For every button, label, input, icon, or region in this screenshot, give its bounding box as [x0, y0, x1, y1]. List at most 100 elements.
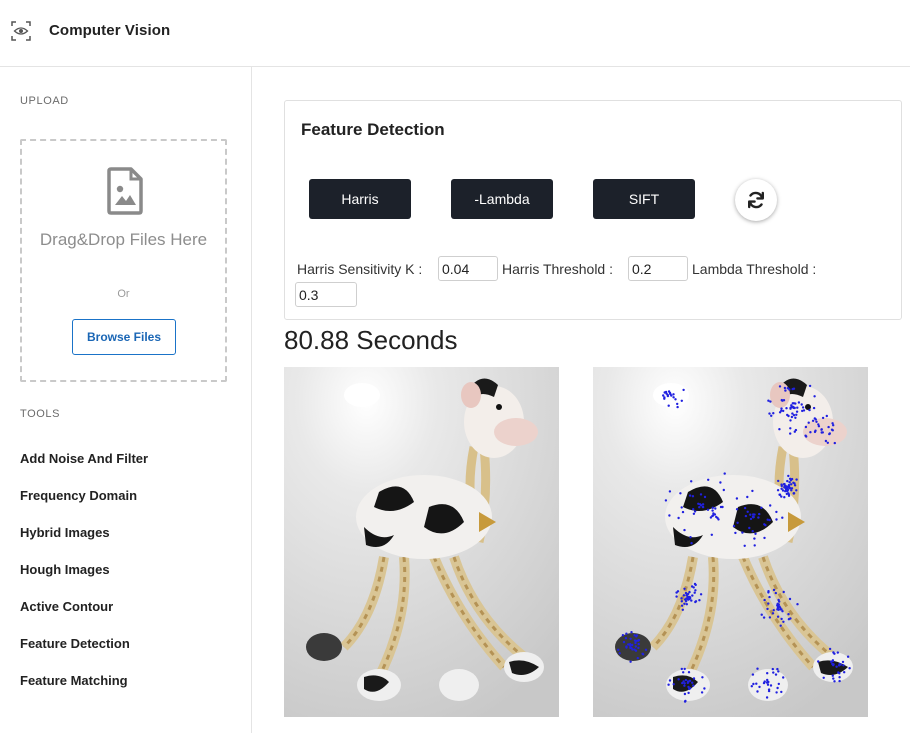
- browse-files-button[interactable]: Browse Files: [72, 319, 176, 355]
- keypoint-marker: [682, 680, 685, 683]
- keypoint-marker: [689, 536, 692, 539]
- keypoint-marker: [778, 428, 781, 431]
- keypoint-marker: [833, 680, 836, 683]
- keypoint-marker: [693, 591, 696, 594]
- keypoint-marker: [710, 533, 713, 536]
- keypoint-marker: [831, 422, 834, 425]
- keypoint-marker: [771, 667, 774, 671]
- upload-dropzone[interactable]: Drag&Drop Files Here Or Browse Files: [20, 139, 227, 382]
- keypoint-marker: [813, 417, 816, 420]
- keypoint-marker: [672, 683, 675, 686]
- keypoint-marker: [690, 599, 693, 602]
- keypoint-marker: [667, 404, 670, 407]
- lambda-threshold-input[interactable]: [295, 282, 357, 307]
- keypoint-marker: [691, 495, 695, 498]
- keypoint-marker: [624, 637, 628, 640]
- keypoint-marker: [771, 612, 775, 615]
- keypoint-marker: [676, 402, 679, 406]
- lambda-button[interactable]: -Lambda: [451, 179, 553, 219]
- keypoint-marker: [757, 516, 760, 519]
- keypoint-marker: [848, 667, 851, 670]
- keypoint-marker: [767, 602, 770, 605]
- keypoint-marker: [841, 660, 845, 664]
- keypoint-marker: [680, 597, 683, 600]
- keypoint-marker: [688, 494, 692, 497]
- keypoint-marker: [777, 608, 780, 611]
- keypoint-marker: [752, 682, 755, 686]
- keypoint-marker: [782, 409, 785, 413]
- output-image: [593, 367, 868, 717]
- keypoint-marker: [686, 597, 689, 600]
- keypoint-marker: [768, 412, 771, 415]
- keypoint-marker: [797, 401, 801, 404]
- keypoint-marker: [677, 678, 680, 681]
- keypoint-marker: [828, 432, 831, 435]
- refresh-button[interactable]: [735, 179, 777, 221]
- keypoint-marker: [682, 388, 685, 392]
- keypoint-marker: [754, 532, 757, 535]
- harris-k-input[interactable]: [438, 256, 498, 281]
- keypoint-marker: [641, 653, 645, 656]
- keypoint-marker: [682, 594, 686, 597]
- drag-drop-text: Drag&Drop Files Here: [39, 230, 208, 249]
- keypoint-marker: [824, 439, 828, 443]
- tool-hough-images[interactable]: Hough Images: [20, 562, 110, 577]
- keypoint-marker: [796, 406, 799, 409]
- keypoint-marker: [838, 672, 841, 675]
- keypoint-marker: [777, 682, 780, 686]
- keypoint-marker: [780, 617, 783, 621]
- keypoint-marker: [769, 504, 772, 507]
- keypoint-marker: [787, 492, 790, 495]
- harris-threshold-input[interactable]: [628, 256, 688, 281]
- keypoint-marker: [767, 591, 770, 594]
- keypoint-marker: [782, 590, 785, 594]
- keypoint-marker: [804, 425, 808, 429]
- keypoint-marker: [791, 387, 794, 391]
- tool-feature-detection[interactable]: Feature Detection: [20, 636, 130, 651]
- keypoint-marker: [780, 407, 783, 410]
- keypoint-marker: [769, 684, 773, 687]
- keypoint-marker: [766, 683, 770, 686]
- keypoint-marker: [756, 690, 759, 693]
- harris-threshold-label: Harris Threshold :: [502, 261, 614, 277]
- main-content: Feature Detection Harris -Lambda SIFT Ha…: [253, 68, 910, 733]
- keypoint-marker: [677, 516, 680, 520]
- keypoint-marker: [683, 667, 686, 671]
- keypoint-marker: [663, 397, 666, 400]
- keypoint-marker: [746, 510, 749, 513]
- eye-scan-icon: [11, 21, 31, 41]
- cow-figurine-keypoints-image: [593, 367, 868, 717]
- keypoint-marker: [625, 632, 628, 635]
- keypoint-marker: [776, 686, 779, 690]
- keypoint-marker: [765, 696, 769, 699]
- keypoint-marker: [788, 486, 791, 490]
- keypoint-marker: [763, 536, 766, 540]
- keypoint-marker: [793, 484, 797, 487]
- keypoint-marker: [778, 385, 782, 388]
- tool-feature-matching[interactable]: Feature Matching: [20, 673, 128, 688]
- sift-button[interactable]: SIFT: [593, 179, 695, 219]
- keypoint-marker: [723, 472, 726, 475]
- keypoint-marker: [775, 518, 778, 521]
- keypoint-marker: [790, 487, 794, 490]
- keypoint-marker: [768, 595, 771, 599]
- harris-button[interactable]: Harris: [309, 179, 411, 219]
- keypoint-marker: [775, 510, 778, 514]
- tool-add-noise-and-filter[interactable]: Add Noise And Filter: [20, 451, 148, 466]
- keypoint-marker: [744, 514, 748, 518]
- tool-hybrid-images[interactable]: Hybrid Images: [20, 525, 110, 540]
- keypoint-marker: [689, 687, 692, 690]
- tool-frequency-domain[interactable]: Frequency Domain: [20, 488, 137, 503]
- keypoint-marker: [792, 414, 796, 417]
- keypoint-marker: [783, 386, 787, 390]
- keypoint-marker: [692, 586, 695, 589]
- keypoint-marker: [815, 420, 818, 423]
- keypoint-marker: [662, 394, 665, 397]
- tool-active-contour[interactable]: Active Contour: [20, 599, 113, 614]
- keypoint-marker: [801, 406, 805, 409]
- keypoint-marker: [636, 656, 639, 660]
- keypoint-marker: [667, 390, 671, 393]
- keypoint-marker: [711, 506, 714, 509]
- keypoint-marker: [697, 502, 700, 505]
- keypoint-marker: [693, 510, 697, 513]
